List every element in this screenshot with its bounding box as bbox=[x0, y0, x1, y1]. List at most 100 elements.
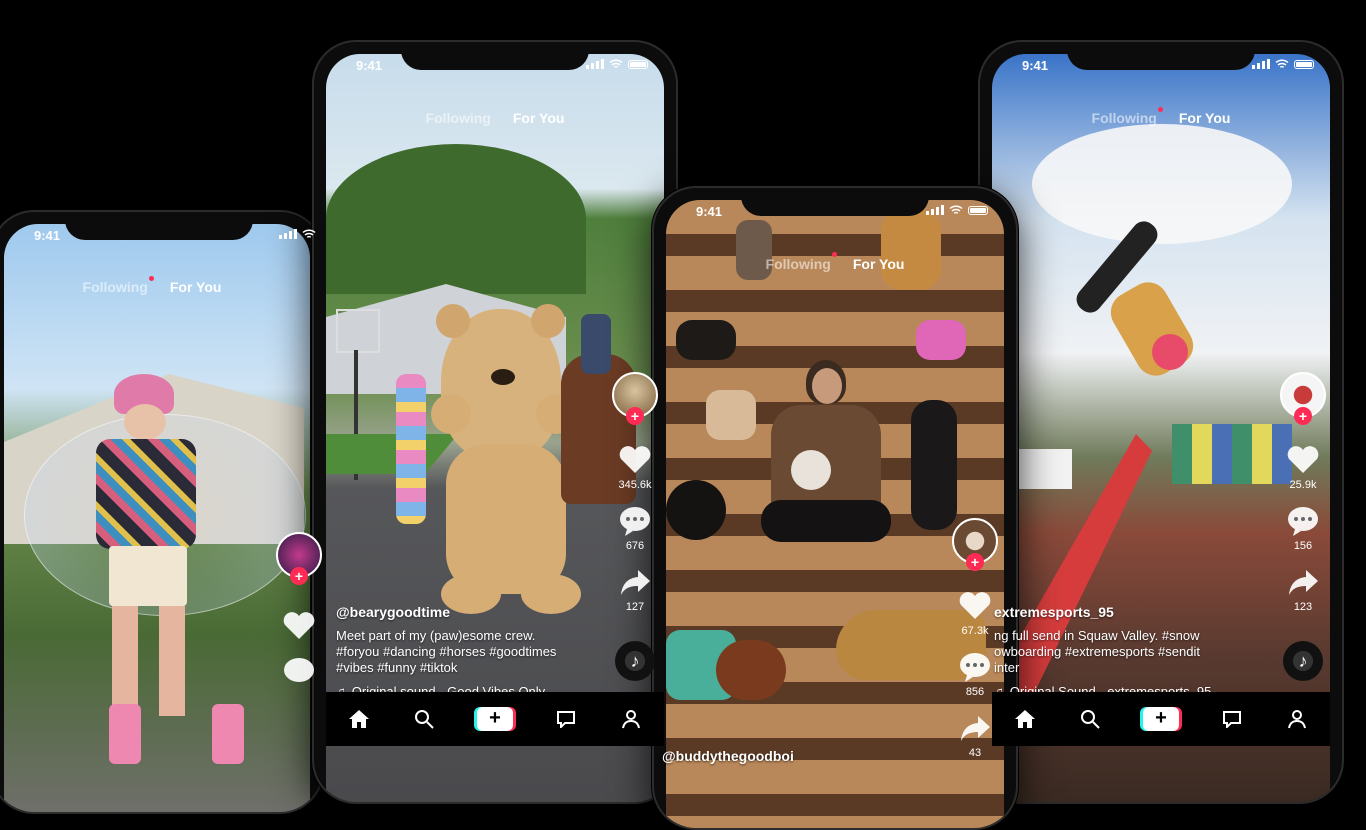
like-button[interactable]: 345.6k bbox=[618, 444, 652, 491]
share-button[interactable]: 127 bbox=[618, 566, 652, 613]
wifi-icon bbox=[609, 59, 623, 68]
feed-tabs: Following For You bbox=[980, 107, 1342, 126]
phone-notch bbox=[401, 42, 589, 70]
inbox-icon[interactable] bbox=[1220, 707, 1244, 731]
creator-avatar[interactable]: + bbox=[952, 518, 998, 571]
creator-username[interactable]: @buddythegoodboi bbox=[662, 748, 794, 764]
tab-following[interactable]: Following bbox=[83, 276, 154, 295]
cellular-signal-icon bbox=[586, 59, 604, 69]
tab-following[interactable]: Following bbox=[766, 252, 837, 272]
comment-button[interactable]: 856 bbox=[958, 651, 992, 698]
create-icon[interactable]: + bbox=[1142, 707, 1179, 731]
video-caption: @bearygoodtime Meet part of my (paw)esom… bbox=[336, 604, 556, 700]
wifi-icon bbox=[1275, 59, 1289, 68]
status-time: 9:41 bbox=[356, 58, 383, 73]
profile-icon[interactable] bbox=[619, 707, 643, 731]
creator-username[interactable]: @bearygoodtime bbox=[336, 604, 556, 620]
tab-for-you[interactable]: For You bbox=[513, 110, 565, 126]
action-rail: + 25.9k 156 123 ♪ bbox=[1280, 372, 1326, 681]
comment-count: 156 bbox=[1293, 540, 1313, 552]
share-count: 127 bbox=[625, 601, 645, 613]
like-count: 345.6k bbox=[618, 479, 652, 491]
tab-following[interactable]: Following bbox=[1092, 107, 1163, 126]
follow-plus-icon[interactable]: + bbox=[290, 567, 308, 585]
feed-tabs: Following For You bbox=[654, 252, 1016, 272]
like-button[interactable] bbox=[282, 610, 316, 642]
creator-username[interactable]: extremesports_95 bbox=[994, 604, 1211, 620]
status-icons bbox=[279, 229, 316, 239]
phone-snowboard: 9:41 Following For You + 25.9k 156 123 ♪… bbox=[978, 40, 1344, 804]
like-count: 67.3k bbox=[961, 625, 989, 637]
cellular-signal-icon bbox=[1252, 59, 1270, 69]
search-icon[interactable] bbox=[412, 707, 436, 731]
profile-icon[interactable] bbox=[1285, 707, 1309, 731]
creator-avatar[interactable]: + bbox=[276, 532, 322, 585]
caption-hashtags[interactable]: #vibes #funny #tiktok bbox=[336, 660, 556, 676]
phone-dogs: 9:41 Following For You + 67.3k 856 43 @b… bbox=[652, 186, 1018, 830]
share-button[interactable]: 43 bbox=[958, 712, 992, 759]
tab-for-you[interactable]: For You bbox=[1179, 110, 1231, 126]
caption-hashtags[interactable]: inter bbox=[994, 660, 1211, 676]
wifi-icon bbox=[302, 229, 316, 238]
like-count: 25.9k bbox=[1289, 479, 1317, 491]
video-caption: extremesports_95 ng full send in Squaw V… bbox=[994, 604, 1211, 700]
like-button[interactable]: 25.9k bbox=[1286, 444, 1320, 491]
inbox-icon[interactable] bbox=[554, 707, 578, 731]
cellular-signal-icon bbox=[926, 205, 944, 215]
comment-icon bbox=[284, 658, 314, 682]
create-icon[interactable]: + bbox=[476, 707, 513, 731]
like-button[interactable]: 67.3k bbox=[958, 590, 992, 637]
comment-button[interactable]: 676 bbox=[618, 505, 652, 552]
share-count: 43 bbox=[968, 747, 982, 759]
feed-tabs: Following For You bbox=[314, 110, 676, 126]
creator-avatar[interactable]: + bbox=[612, 372, 658, 425]
video-caption: @buddythegoodboi bbox=[662, 748, 794, 772]
phone-bear: 9:41 Following For You + 345.6k 676 127 … bbox=[312, 40, 678, 804]
share-icon bbox=[961, 716, 990, 741]
share-icon bbox=[1289, 570, 1318, 595]
video-feed-left[interactable] bbox=[4, 224, 310, 812]
status-time: 9:41 bbox=[1022, 58, 1049, 73]
comment-button[interactable] bbox=[282, 656, 316, 688]
sound-disc[interactable]: ♪ bbox=[1283, 641, 1323, 681]
share-icon bbox=[621, 570, 650, 595]
caption-hashtags[interactable]: #foryou #dancing #horses #goodtimes bbox=[336, 644, 556, 660]
heart-icon bbox=[959, 592, 991, 619]
phone-notch bbox=[65, 212, 253, 240]
creator-avatar[interactable]: + bbox=[1280, 372, 1326, 425]
sound-disc[interactable]: ♪ bbox=[615, 641, 655, 681]
comment-icon bbox=[960, 653, 990, 682]
comment-button[interactable]: 156 bbox=[1286, 505, 1320, 552]
phone-left: 9:41 Following For You + bbox=[0, 210, 324, 814]
comment-count: 856 bbox=[965, 686, 985, 698]
bottom-nav: + bbox=[992, 692, 1330, 746]
status-icons bbox=[926, 205, 988, 215]
battery-icon bbox=[628, 59, 648, 69]
follow-plus-icon[interactable]: + bbox=[626, 407, 644, 425]
wifi-icon bbox=[949, 205, 963, 214]
feed-tabs: Following For You bbox=[2, 276, 302, 295]
home-icon[interactable] bbox=[347, 707, 371, 731]
tiktok-logo-icon: ♪ bbox=[1298, 650, 1308, 671]
battery-icon bbox=[968, 205, 988, 215]
follow-plus-icon[interactable]: + bbox=[966, 553, 984, 571]
heart-icon bbox=[619, 446, 651, 473]
home-icon[interactable] bbox=[1013, 707, 1037, 731]
action-rail: + bbox=[276, 532, 322, 688]
status-time: 9:41 bbox=[696, 204, 723, 219]
comment-count: 676 bbox=[625, 540, 645, 552]
tab-for-you[interactable]: For You bbox=[853, 256, 905, 272]
phone-notch bbox=[741, 188, 929, 216]
caption-hashtags[interactable]: owboarding #extremesports #sendit bbox=[994, 644, 1211, 660]
follow-plus-icon[interactable]: + bbox=[1294, 407, 1312, 425]
tab-for-you[interactable]: For You bbox=[170, 279, 222, 295]
tab-following[interactable]: Following bbox=[426, 110, 491, 126]
tiktok-logo-icon: ♪ bbox=[630, 650, 640, 671]
status-icons bbox=[586, 59, 648, 69]
caption-line: Meet part of my (paw)esome crew. bbox=[336, 628, 536, 643]
share-button[interactable]: 123 bbox=[1286, 566, 1320, 613]
share-count: 123 bbox=[1293, 601, 1313, 613]
caption-line: ng full send in Squaw Valley. #snow bbox=[994, 628, 1200, 643]
search-icon[interactable] bbox=[1078, 707, 1102, 731]
phone-notch bbox=[1067, 42, 1255, 70]
